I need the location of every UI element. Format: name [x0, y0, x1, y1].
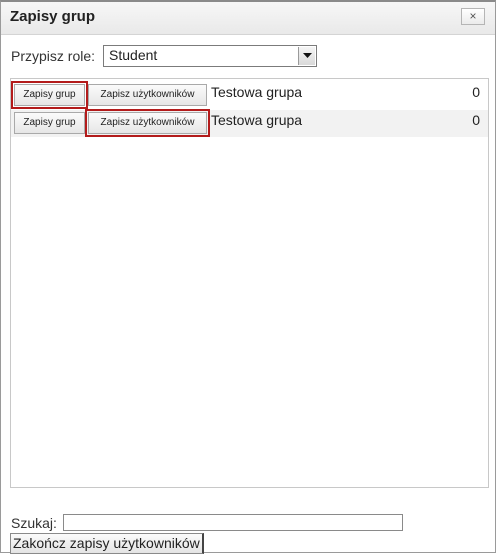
- enrol-users-button[interactable]: Zapisz użytkowników: [85, 109, 210, 137]
- list-item: Zapisy grup Zapisz użytkowników Testowa …: [11, 81, 488, 109]
- list-item: Zapisy grup Zapisz użytkowników Testowa …: [11, 109, 488, 137]
- role-label: Przypisz role:: [11, 48, 96, 64]
- enrol-group-button[interactable]: Zapisy grup: [14, 112, 85, 134]
- group-name: Testowa grupa: [211, 112, 303, 128]
- group-member-count: 0: [472, 84, 480, 100]
- enrolment-dialog: Zapisy grup × Przypisz role: Student Zap…: [0, 0, 496, 554]
- dialog-titlebar: Zapisy grup ×: [1, 2, 495, 35]
- finish-enrolment-button-label: Zakończ zapisy użytkowników: [13, 535, 200, 551]
- role-select-value: Student: [109, 47, 158, 63]
- group-name: Testowa grupa: [211, 84, 303, 100]
- close-icon: ×: [469, 9, 477, 23]
- enrol-group-button[interactable]: Zapisy grup: [11, 81, 88, 109]
- enrol-users-button-label: Zapisz użytkowników: [100, 117, 195, 128]
- search-input[interactable]: [62, 514, 403, 531]
- enrol-group-button-label: Zapisy grup: [23, 117, 76, 128]
- role-row: Przypisz role: Student: [11, 44, 318, 68]
- dialog-title: Zapisy grup: [10, 8, 96, 25]
- group-member-count: 0: [472, 112, 480, 128]
- enrol-users-button[interactable]: Zapisz użytkowników: [88, 84, 207, 106]
- enrol-group-button-label: Zapisy grup: [23, 89, 76, 100]
- chevron-down-icon[interactable]: [298, 47, 316, 65]
- role-select[interactable]: Student: [103, 45, 318, 67]
- enrol-users-button-label: Zapisz użytkowników: [100, 89, 195, 100]
- search-row: Szukaj:: [11, 514, 403, 531]
- finish-enrolment-button[interactable]: Zakończ zapisy użytkowników: [10, 533, 204, 554]
- search-label: Szukaj:: [11, 514, 57, 531]
- close-button[interactable]: ×: [461, 8, 485, 25]
- group-list: Zapisy grup Zapisz użytkowników Testowa …: [10, 78, 489, 488]
